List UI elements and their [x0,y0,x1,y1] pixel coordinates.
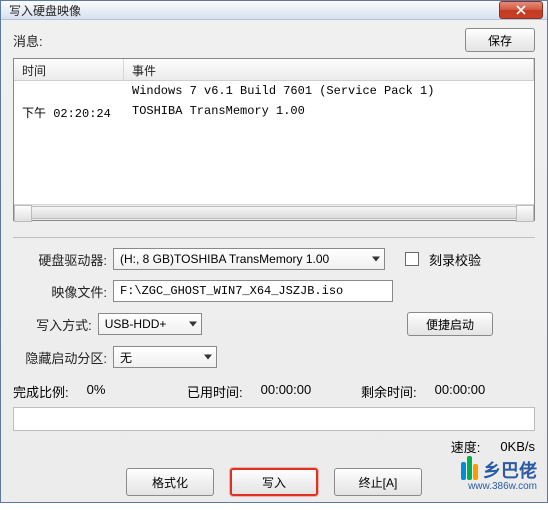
verify-label: 刻录校验 [429,250,481,269]
close-button[interactable] [499,1,543,19]
log-cell-time: 下午 02:20:24 [14,103,124,122]
terminate-button[interactable]: 终止[A] [334,468,422,496]
complete-pct-label: 完成比例: [13,382,69,401]
image-row: 映像文件: [13,280,535,302]
log-cell-time [14,83,124,99]
hidden-partition-label: 隐藏启动分区: [13,348,113,367]
speed-row: 速度: 0KB/s [13,437,535,456]
progress-bar [13,407,535,431]
titlebar: 写入硬盘映像 [1,1,547,20]
write-mode-row: 写入方式: USB-HDD+ 便捷启动 [13,312,535,336]
write-mode-select[interactable]: USB-HDD+ [98,313,202,335]
drive-select-value: (H:, 8 GB)TOSHIBA TransMemory 1.00 [120,252,329,266]
table-row: Windows 7 v6.1 Build 7601 (Service Pack … [14,81,534,101]
image-file-input[interactable] [113,280,393,302]
close-icon [516,5,526,15]
content-area: 消息: 保存 时间 事件 Windows 7 v6.1 Build 7601 (… [1,20,547,510]
write-button[interactable]: 写入 [230,468,318,496]
save-button[interactable]: 保存 [465,28,535,52]
brand-name: 乡巴佬 [483,457,537,483]
write-mode-label: 写入方式: [13,315,98,334]
window-title: 写入硬盘映像 [9,2,499,19]
brand-bars-icon [461,456,479,483]
complete-pct-value: 0% [87,382,106,401]
log-header: 时间 事件 [14,59,534,81]
drive-select[interactable]: (H:, 8 GB)TOSHIBA TransMemory 1.00 [113,248,385,270]
quick-boot-button[interactable]: 便捷启动 [407,312,493,336]
speed-value: 0KB/s [500,439,535,454]
log-cell-event: Windows 7 v6.1 Build 7601 (Service Pack … [124,83,534,99]
log-table: 时间 事件 Windows 7 v6.1 Build 7601 (Service… [13,58,535,221]
col-header-event[interactable]: 事件 [124,59,534,80]
drive-row: 硬盘驱动器: (H:, 8 GB)TOSHIBA TransMemory 1.0… [13,248,535,270]
drive-label: 硬盘驱动器: [13,250,113,269]
hidden-partition-row: 隐藏启动分区: 无 [13,346,535,368]
bottom-button-row: 格式化 写入 终止[A] [13,464,535,500]
write-mode-value: USB-HDD+ [105,317,167,331]
table-row: 下午 02:20:24 TOSHIBA TransMemory 1.00 [14,101,534,124]
hidden-partition-select[interactable]: 无 [113,346,217,368]
remaining-label: 剩余时间: [361,382,417,401]
brand-watermark: 乡巴佬 www.386w.com [461,456,537,492]
dialog-window: 写入硬盘映像 消息: 保存 时间 事件 Windows 7 v6.1 Build… [0,0,548,503]
brand-url: www.386w.com [468,481,537,492]
elapsed-value: 00:00:00 [261,382,312,401]
horizontal-scrollbar[interactable] [14,204,534,220]
brand-logo: 乡巴佬 [461,456,537,483]
elapsed-label: 已用时间: [187,382,243,401]
col-header-time[interactable]: 时间 [14,59,124,80]
log-body[interactable]: Windows 7 v6.1 Build 7601 (Service Pack … [14,81,534,204]
format-button[interactable]: 格式化 [126,468,214,496]
remaining-value: 00:00:00 [435,382,486,401]
image-label: 映像文件: [13,282,113,301]
speed-label: 速度: [451,437,481,456]
status-row: 完成比例: 0% 已用时间: 00:00:00 剩余时间: 00:00:00 [13,382,535,401]
divider [13,237,535,238]
verify-checkbox[interactable] [405,252,419,266]
message-label: 消息: [13,31,43,50]
hidden-partition-value: 无 [120,349,132,366]
message-row: 消息: 保存 [13,28,535,52]
log-cell-event: TOSHIBA TransMemory 1.00 [124,103,534,122]
